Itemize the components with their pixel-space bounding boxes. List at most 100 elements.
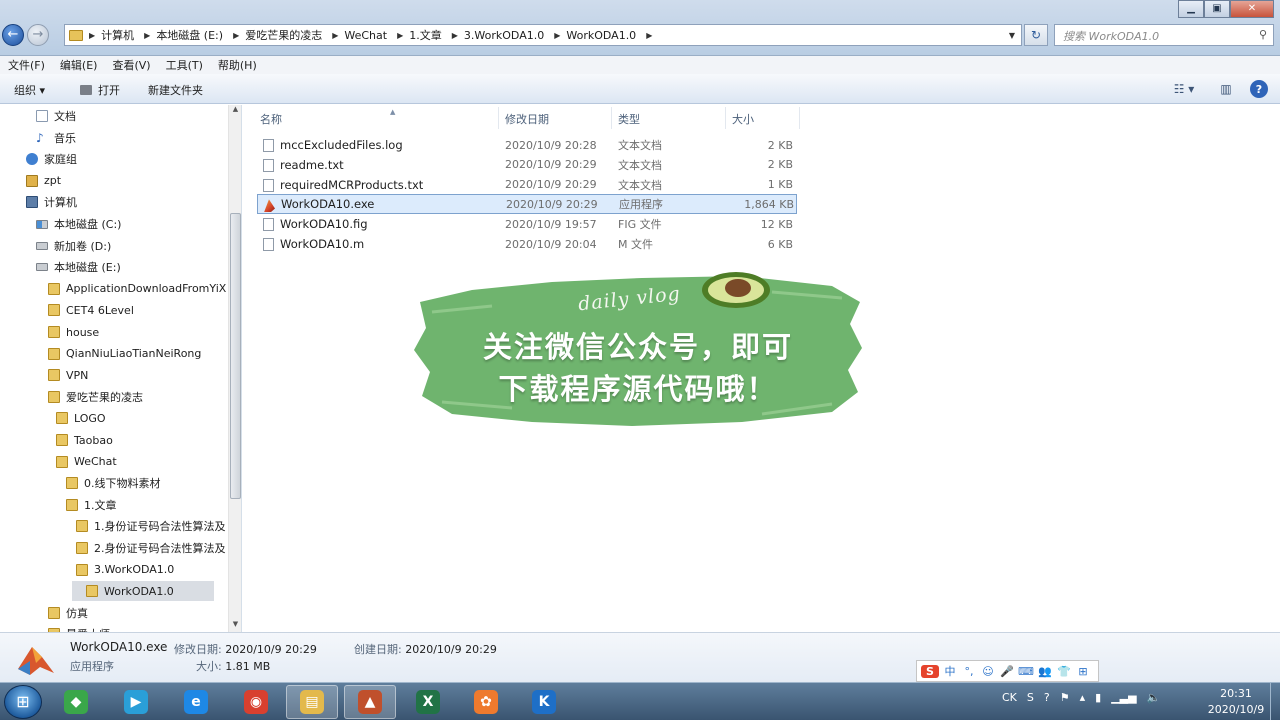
- nav-tree-item[interactable]: 爱吃芒果的凌志: [48, 387, 143, 407]
- column-header-name[interactable]: 名称 ▲: [260, 108, 395, 127]
- menu-item[interactable]: 帮助(H): [218, 57, 257, 73]
- scroll-down-icon[interactable]: ▼: [229, 620, 241, 632]
- maximize-button[interactable]: ▣: [1204, 0, 1230, 18]
- organize-button[interactable]: 组织 ▾: [14, 82, 45, 98]
- column-divider[interactable]: [725, 107, 726, 129]
- show-hidden-icons-icon[interactable]: ▴: [1080, 691, 1086, 704]
- nav-tree-item[interactable]: 0.线下物料素材: [66, 473, 161, 493]
- chevron-right-icon[interactable]: ▶: [552, 31, 564, 40]
- help-icon[interactable]: ?: [1250, 80, 1268, 98]
- file-row[interactable]: WorkODA10.exe 2020/10/9 20:29 应用程序 1,864 KB: [257, 194, 797, 215]
- nav-tree-item[interactable]: 1.文章: [66, 495, 117, 515]
- taskbar-app-player[interactable]: ▶: [110, 685, 162, 719]
- breadcrumb-item[interactable]: WeChat: [342, 29, 395, 42]
- nav-tree-item[interactable]: 本地磁盘 (E:): [36, 257, 121, 277]
- nav-tree-item[interactable]: 2.身份证号码合法性算法及: [76, 538, 226, 558]
- forward-button[interactable]: →: [27, 24, 49, 46]
- change-view-icon[interactable]: ☷ ▾: [1166, 80, 1202, 98]
- chevron-right-icon[interactable]: ▶: [450, 31, 462, 40]
- nav-tree-item[interactable]: 新加卷 (D:): [36, 236, 111, 256]
- breadcrumb-item[interactable]: 本地磁盘 (E:): [154, 27, 231, 43]
- nav-tree-item[interactable]: 文档: [36, 106, 76, 126]
- taskbar-app-excel[interactable]: X: [402, 685, 454, 719]
- nav-tree-item[interactable]: house: [48, 322, 99, 342]
- menu-item[interactable]: 工具(T): [166, 57, 203, 73]
- nav-tree-item[interactable]: zpt: [26, 171, 61, 191]
- taskbar-app-matlab[interactable]: ▲: [344, 685, 396, 719]
- nav-scrollbar[interactable]: ▲ ▼: [228, 105, 241, 632]
- clock[interactable]: 20:31 2020/10/9: [1196, 686, 1276, 718]
- flag-icon[interactable]: ⚑: [1060, 691, 1070, 704]
- taskbar-app-app-k[interactable]: K: [518, 685, 570, 719]
- breadcrumb-item[interactable]: WorkODA1.0: [564, 29, 644, 42]
- nav-tree-item[interactable]: 最爱大师: [48, 624, 110, 632]
- nav-tree-item[interactable]: CET4 6Level: [48, 300, 134, 320]
- sogou-logo-icon[interactable]: S: [921, 664, 939, 678]
- close-button[interactable]: ✕: [1230, 0, 1274, 18]
- minimize-button[interactable]: ▁: [1178, 0, 1204, 18]
- nav-tree-item[interactable]: LOGO: [56, 408, 106, 428]
- file-row[interactable]: readme.txt 2020/10/9 20:29 文本文档 2 KB: [257, 155, 797, 175]
- nav-tree-item[interactable]: 仿真: [48, 603, 88, 623]
- file-row[interactable]: mccExcludedFiles.log 2020/10/9 20:28 文本文档 2…: [257, 135, 797, 155]
- chevron-right-icon[interactable]: ▶: [644, 31, 656, 40]
- column-divider[interactable]: [498, 107, 499, 129]
- chinese-mode-icon[interactable]: 中: [942, 663, 958, 679]
- network-icon[interactable]: ▮: [1095, 691, 1101, 704]
- breadcrumb-item[interactable]: 3.WorkODA1.0: [462, 29, 552, 42]
- column-header-date[interactable]: 修改日期: [505, 111, 549, 127]
- preview-pane-icon[interactable]: ▥: [1216, 80, 1236, 98]
- file-row[interactable]: requiredMCRProducts.txt 2020/10/9 20:29 文本…: [257, 175, 797, 195]
- show-desktop-button[interactable]: [1270, 683, 1280, 720]
- taskbar-app-chrome[interactable]: ◉: [230, 685, 282, 719]
- chevron-right-icon[interactable]: ▶: [330, 31, 342, 40]
- column-divider[interactable]: [611, 107, 612, 129]
- nav-tree-item[interactable]: 家庭组: [26, 149, 77, 169]
- menu-item[interactable]: 查看(V): [112, 57, 150, 73]
- nav-tree-item[interactable]: ApplicationDownloadFromYiX: [48, 279, 226, 299]
- address-dropdown-icon[interactable]: ▼: [1003, 31, 1021, 40]
- nav-tree-item[interactable]: 本地磁盘 (C:): [36, 214, 121, 234]
- nav-tree-item[interactable]: 计算机: [26, 192, 77, 212]
- back-button[interactable]: ←: [2, 24, 24, 46]
- toolbox-icon[interactable]: ⊞: [1075, 665, 1091, 678]
- nav-scrollbar-thumb[interactable]: [230, 213, 241, 499]
- breadcrumb-item[interactable]: 计算机: [99, 27, 142, 43]
- keyboard-icon[interactable]: ⌨: [1018, 665, 1034, 678]
- column-divider[interactable]: [799, 107, 800, 129]
- chevron-right-icon[interactable]: ▶: [231, 31, 243, 40]
- open-button[interactable]: 打开: [80, 82, 120, 98]
- skin-icon[interactable]: 👕: [1056, 665, 1072, 678]
- scroll-up-icon[interactable]: ▲: [229, 105, 241, 117]
- column-header-type[interactable]: 类型: [618, 111, 640, 127]
- nav-tree-item[interactable]: QianNiuLiaoTianNeiRong: [48, 344, 201, 364]
- nav-tree-item[interactable]: 1.身份证号码合法性算法及: [76, 516, 226, 536]
- nav-tree-item[interactable]: 3.WorkODA1.0: [76, 560, 174, 580]
- column-header-size[interactable]: 大小: [732, 111, 754, 127]
- nav-tree-item[interactable]: WorkODA1.0: [72, 581, 214, 602]
- nav-tree-item[interactable]: ♪ 音乐: [36, 128, 76, 148]
- emoji-icon[interactable]: ☺: [980, 665, 996, 678]
- breadcrumb-item[interactable]: 爱吃芒果的凌志: [243, 27, 330, 43]
- taskbar-app-app-orange[interactable]: ✿: [460, 685, 512, 719]
- nav-tree-item[interactable]: Taobao: [56, 430, 113, 450]
- signal-icon[interactable]: ▁▃▅: [1111, 691, 1136, 704]
- chevron-right-icon[interactable]: ▶: [142, 31, 154, 40]
- volume-icon[interactable]: 🔈: [1147, 691, 1161, 704]
- microphone-icon[interactable]: 🎤: [999, 665, 1015, 678]
- start-button[interactable]: ⊞: [4, 685, 42, 719]
- file-row[interactable]: WorkODA10.m 2020/10/9 20:04 M 文件 6 KB: [257, 234, 797, 254]
- user-icon[interactable]: 👥: [1037, 665, 1053, 678]
- chevron-right-icon[interactable]: ▶: [395, 31, 407, 40]
- menu-item[interactable]: 文件(F): [8, 57, 45, 73]
- menu-item[interactable]: 编辑(E): [60, 57, 98, 73]
- taskbar-app-explorer[interactable]: ▤: [286, 685, 338, 719]
- breadcrumb-item[interactable]: 1.文章: [407, 27, 450, 43]
- nav-tree-item[interactable]: VPN: [48, 365, 88, 385]
- nav-tree-item[interactable]: WeChat: [56, 452, 117, 472]
- sogou-tray-icon[interactable]: S: [1027, 691, 1034, 704]
- help-tray-icon[interactable]: ?: [1044, 691, 1050, 704]
- new-folder-button[interactable]: 新建文件夹: [148, 82, 203, 98]
- file-row[interactable]: WorkODA10.fig 2020/10/9 19:57 FIG 文件 12 KB: [257, 214, 797, 234]
- taskbar-app-360[interactable]: ◆: [50, 685, 102, 719]
